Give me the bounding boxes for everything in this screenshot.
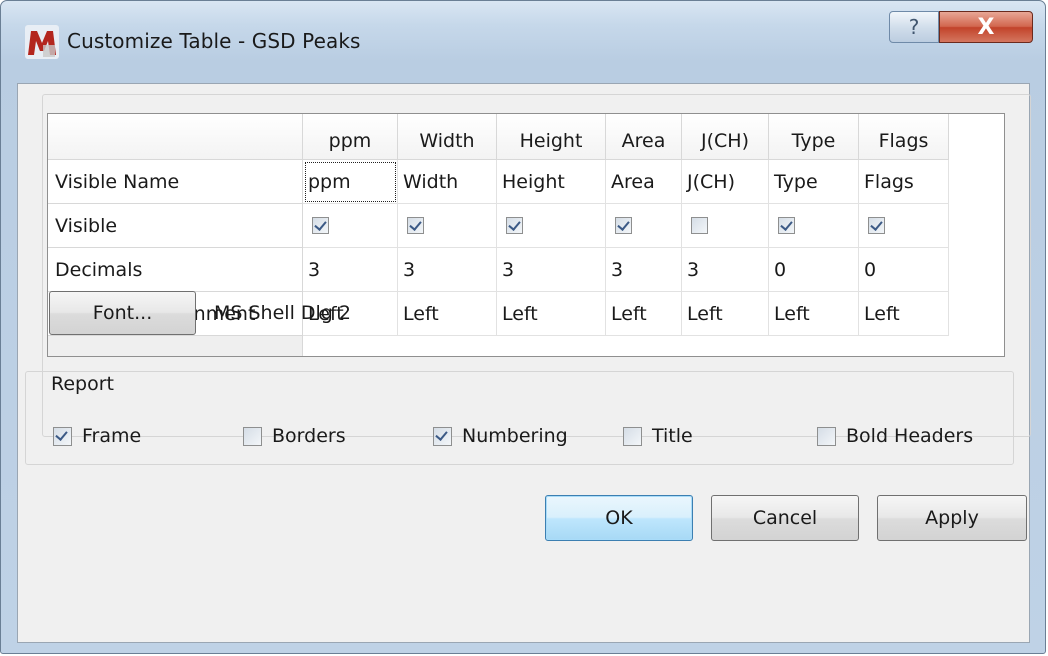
title-bar[interactable]: Customize Table - GSD Peaks ? X (1, 1, 1045, 83)
column-header-2[interactable]: Height (497, 114, 606, 160)
decimals-cell-3[interactable]: 3 (606, 248, 682, 292)
customize-table-dialog: Customize Table - GSD Peaks ? X ppm Width… (0, 0, 1046, 654)
decimals-cell-4[interactable]: 3 (682, 248, 769, 292)
numbering-checkbox[interactable] (433, 426, 452, 446)
apply-button[interactable]: Apply (877, 495, 1027, 541)
horizontal-alignment-cell-1[interactable]: Left (398, 292, 497, 336)
row-label-visible: Visible (48, 204, 303, 248)
row-label-decimals: Decimals (48, 248, 303, 292)
visible-name-cell-3[interactable]: Area (606, 160, 682, 204)
visible-cell-0[interactable] (303, 204, 398, 248)
visible-checkbox-4[interactable] (691, 217, 708, 234)
frame-label: Frame (82, 425, 142, 447)
title-label: Title (652, 425, 693, 447)
visible-name-cell-2[interactable]: Height (497, 160, 606, 204)
bold-headers-option[interactable]: Bold Headers (817, 425, 973, 447)
close-button[interactable]: X (939, 11, 1033, 43)
visible-cell-3[interactable] (606, 204, 682, 248)
visible-name-cell-4[interactable]: J(CH) (682, 160, 769, 204)
borders-label: Borders (272, 425, 346, 447)
decimals-cell-5[interactable]: 0 (769, 248, 859, 292)
question-icon: ? (908, 15, 920, 39)
title-option[interactable]: Title (623, 425, 693, 447)
font-button[interactable]: Font... (49, 291, 196, 335)
visible-name-cell-6[interactable]: Flags (859, 160, 949, 204)
visible-cell-5[interactable] (769, 204, 859, 248)
grid-empty-area (48, 336, 303, 356)
numbering-label: Numbering (462, 425, 568, 447)
visible-cell-4[interactable] (682, 204, 769, 248)
cancel-button[interactable]: Cancel (711, 495, 859, 541)
ok-button[interactable]: OK (545, 495, 693, 541)
visible-name-cell-1[interactable]: Width (398, 160, 497, 204)
row-label-visible-name: Visible Name (48, 160, 303, 204)
visible-checkbox-3[interactable] (615, 217, 632, 234)
column-header-0[interactable]: ppm (303, 114, 398, 160)
horizontal-alignment-cell-6[interactable]: Left (859, 292, 949, 336)
column-header-1[interactable]: Width (398, 114, 497, 160)
grid-corner-header (48, 114, 303, 160)
help-button[interactable]: ? (889, 11, 939, 43)
column-header-3[interactable]: Area (606, 114, 682, 160)
visible-cell-2[interactable] (497, 204, 606, 248)
column-header-5[interactable]: Type (769, 114, 859, 160)
visible-checkbox-2[interactable] (506, 217, 523, 234)
visible-checkbox-6[interactable] (868, 217, 885, 234)
close-icon: X (977, 14, 995, 40)
borders-checkbox[interactable] (243, 426, 262, 446)
visible-name-cell-5[interactable]: Type (769, 160, 859, 204)
column-header-4[interactable]: J(CH) (682, 114, 769, 160)
visible-cell-1[interactable] (398, 204, 497, 248)
borders-option[interactable]: Borders (243, 425, 346, 447)
decimals-cell-0[interactable]: 3 (303, 248, 398, 292)
window-title: Customize Table - GSD Peaks (67, 29, 361, 53)
visible-name-cell-0[interactable]: ppm (303, 160, 398, 204)
frame-checkbox[interactable] (53, 426, 72, 446)
title-checkbox[interactable] (623, 426, 642, 446)
report-group-box (25, 371, 1014, 465)
column-header-6[interactable]: Flags (859, 114, 949, 160)
numbering-option[interactable]: Numbering (433, 425, 568, 447)
frame-option[interactable]: Frame (53, 425, 141, 447)
visible-checkbox-0[interactable] (312, 217, 329, 234)
decimals-cell-2[interactable]: 3 (497, 248, 606, 292)
decimals-cell-1[interactable]: 3 (398, 248, 497, 292)
horizontal-alignment-cell-2[interactable]: Left (497, 292, 606, 336)
horizontal-alignment-cell-3[interactable]: Left (606, 292, 682, 336)
decimals-cell-6[interactable]: 0 (859, 248, 949, 292)
report-group-label: Report (51, 373, 118, 395)
visible-cell-6[interactable] (859, 204, 949, 248)
bold-headers-checkbox[interactable] (817, 426, 836, 446)
current-font-label: MS Shell Dlg 2 (214, 302, 351, 324)
visible-checkbox-1[interactable] (407, 217, 424, 234)
horizontal-alignment-cell-4[interactable]: Left (682, 292, 769, 336)
horizontal-alignment-cell-5[interactable]: Left (769, 292, 859, 336)
app-logo-icon (25, 25, 59, 59)
visible-checkbox-5[interactable] (778, 217, 795, 234)
bold-headers-label: Bold Headers (846, 425, 974, 447)
